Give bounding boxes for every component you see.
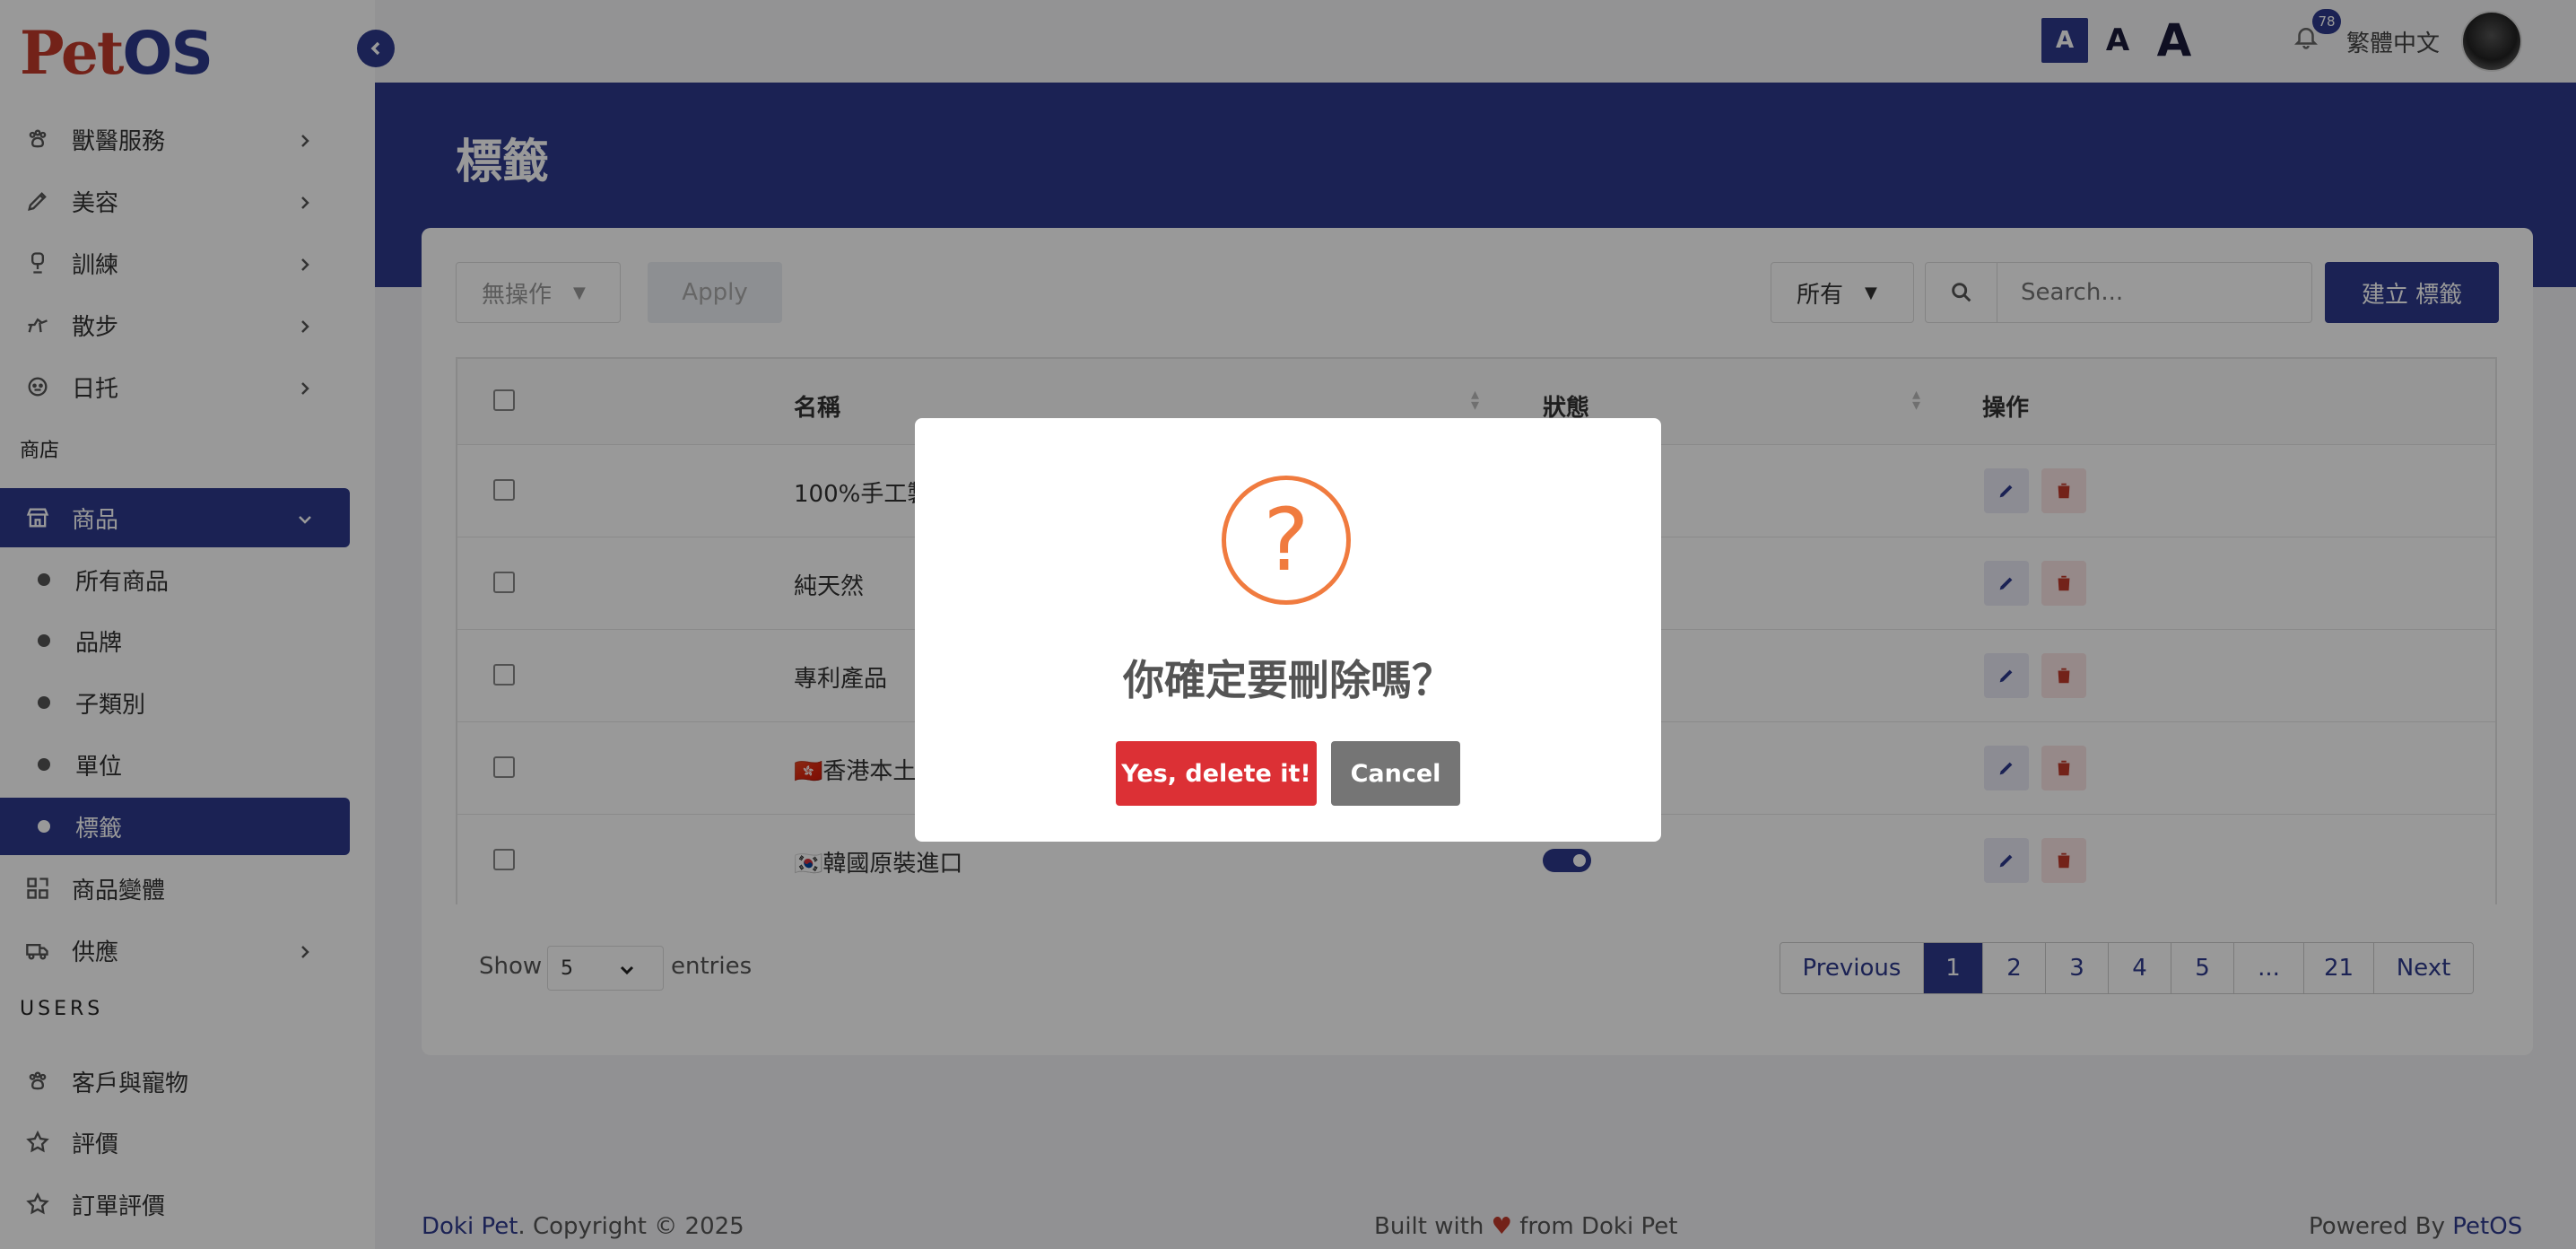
delete-confirm-dialog: ? 你確定要刪除嗎？ Yes, delete it! Cancel [915,418,1661,842]
confirm-delete-button[interactable]: Yes, delete it! [1116,741,1317,806]
question-icon: ? [1222,476,1351,605]
cancel-button[interactable]: Cancel [1331,741,1460,806]
dialog-title: 你確定要刪除嗎？ [1123,656,1453,704]
